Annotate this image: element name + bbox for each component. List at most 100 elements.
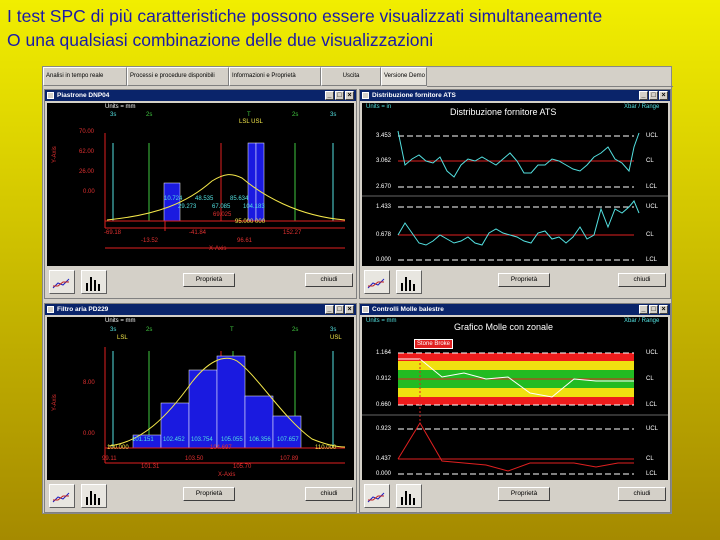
- center-value-label: 69.025: [213, 212, 232, 218]
- xbar-range-svg: [362, 130, 668, 261]
- sigma-label: 2s: [292, 327, 299, 333]
- chart-title: Grafico Molle con zonale: [454, 322, 554, 332]
- close-window-button[interactable]: chiudi: [305, 487, 353, 501]
- minimize-button[interactable]: _: [325, 305, 334, 314]
- bin-label: 102.452: [163, 437, 185, 443]
- window-title: Controlli Molle balestre: [372, 306, 444, 313]
- chart-mode-label: Xbar / Range: [624, 318, 660, 324]
- bin-label: 85.634: [230, 196, 249, 202]
- histogram-icon[interactable]: [396, 270, 422, 294]
- slide-heading-line-1: I test SPC di più caratteristiche posson…: [7, 6, 603, 26]
- bin-label: 48.535: [195, 196, 214, 202]
- tab-demo-version[interactable]: Versione Demo: [381, 67, 427, 86]
- maximize-button[interactable]: □: [335, 91, 344, 100]
- histogram-icon[interactable]: [81, 270, 107, 294]
- histogram-icon[interactable]: [81, 484, 107, 508]
- units-label: Units = mm: [105, 104, 136, 110]
- minimize-button[interactable]: _: [639, 305, 648, 314]
- center-value-label: 104.697: [210, 445, 232, 451]
- maximize-button[interactable]: □: [649, 305, 658, 314]
- properties-button[interactable]: Proprietà: [498, 487, 550, 501]
- spc-application: Analisi in tempo reale Processi e proced…: [42, 66, 673, 514]
- maximize-button[interactable]: □: [649, 91, 658, 100]
- y-tick: 26.00: [79, 169, 95, 175]
- histogram-bar: [163, 182, 181, 222]
- lsl-label: LSL: [117, 335, 128, 341]
- y-axis-title: Y-Axis: [52, 146, 58, 163]
- trend-chart-icon[interactable]: [49, 484, 75, 508]
- window-titlebar: Distribuzione fornitore ATS _ □ ×: [360, 90, 670, 101]
- target-label: T: [247, 112, 251, 118]
- system-menu-icon[interactable]: [362, 92, 369, 99]
- close-window-button[interactable]: chiudi: [618, 273, 666, 287]
- system-menu-icon[interactable]: [47, 92, 54, 99]
- window-toolbar: Proprietà chiudi: [362, 268, 668, 296]
- spec-value-label: 95.000 000: [235, 219, 266, 225]
- sigma-label: 2s: [146, 327, 153, 333]
- x-tick: -13.52: [141, 238, 159, 244]
- close-window-button[interactable]: chiudi: [618, 487, 666, 501]
- cl-label: CL: [646, 376, 654, 382]
- ucl-value: 0.923: [376, 426, 392, 432]
- properties-button[interactable]: Proprietà: [183, 273, 235, 287]
- window-piastrone: Piastrone DNP04 _ □ × Units = mm 3s 2s T…: [44, 89, 357, 299]
- window-distribuzione-ats: Distribuzione fornitore ATS _ □ × Units = …: [359, 89, 671, 299]
- lcl-label: LCL: [646, 257, 658, 263]
- spec-limits-label: LSL USL: [239, 119, 263, 125]
- zone-chart-svg: [362, 352, 668, 475]
- lcl-label: LCL: [646, 184, 658, 190]
- histogram-bar: [272, 415, 302, 449]
- bin-label: 105.055: [221, 437, 243, 443]
- maximize-button[interactable]: □: [335, 305, 344, 314]
- window-molle-balestre: Controlli Molle balestre _ □ × Units = mm …: [359, 303, 671, 513]
- properties-button[interactable]: Proprietà: [498, 273, 550, 287]
- cl-label: CL: [646, 158, 654, 164]
- lsl-value: 100.000: [107, 445, 129, 451]
- tab-info[interactable]: Informazioni e Proprietà: [229, 67, 321, 86]
- tab-real-time-analysis[interactable]: Analisi in tempo reale: [43, 67, 127, 86]
- histogram-plot: Units = mm 3s 2s T 2s 3s LSL USL Y-Axis …: [47, 103, 354, 266]
- properties-button[interactable]: Proprietà: [183, 487, 235, 501]
- window-toolbar: Proprietà chiudi: [47, 482, 354, 510]
- ucl-label: UCL: [646, 204, 659, 210]
- trend-chart-icon[interactable]: [364, 270, 390, 294]
- system-menu-icon[interactable]: [47, 306, 54, 313]
- minimize-button[interactable]: _: [325, 91, 334, 100]
- trend-chart-icon[interactable]: [49, 270, 75, 294]
- window-title: Filtro aria PD229: [57, 306, 109, 313]
- system-menu-icon[interactable]: [362, 306, 369, 313]
- x-tick: 103.50: [185, 456, 204, 462]
- bin-label: 104.183: [243, 204, 265, 210]
- bin-label: 106.356: [249, 437, 271, 443]
- close-button[interactable]: ×: [345, 91, 354, 100]
- close-button[interactable]: ×: [659, 305, 668, 314]
- x-axis-title: X-Axis: [209, 246, 227, 252]
- y-tick: 0.00: [83, 431, 95, 437]
- sigma-label: 3s: [330, 112, 337, 118]
- y-tick: 0.00: [83, 189, 95, 195]
- close-button[interactable]: ×: [659, 91, 668, 100]
- cl-value: 0.912: [376, 376, 392, 382]
- x-tick: 105.70: [233, 464, 252, 470]
- bin-label: 67.085: [212, 204, 231, 210]
- ucl-value: 1.164: [376, 350, 392, 356]
- lcl-value: 0.000: [376, 471, 392, 477]
- histogram-bar: [216, 355, 246, 449]
- tab-exit[interactable]: Uscita: [321, 67, 381, 86]
- window-titlebar: Controlli Molle balestre _ □ ×: [360, 304, 670, 315]
- minimize-button[interactable]: _: [639, 91, 648, 100]
- close-window-button[interactable]: chiudi: [305, 273, 353, 287]
- histogram-plot: Units = mm 3s 2s T 2s 3s LSL USL Y-Axis …: [47, 317, 354, 480]
- chart-title: Distribuzione fornitore ATS: [450, 107, 557, 117]
- close-button[interactable]: ×: [345, 305, 354, 314]
- units-label: Units = mm: [366, 318, 397, 324]
- cl-value: 0.437: [376, 456, 392, 462]
- alarm-tag[interactable]: Stone Broke: [414, 339, 454, 349]
- trend-chart-icon[interactable]: [364, 484, 390, 508]
- bin-label: 101.151: [132, 437, 154, 443]
- histogram-icon[interactable]: [396, 484, 422, 508]
- window-toolbar: Proprietà chiudi: [47, 268, 354, 296]
- usl-value: 110.000: [315, 445, 337, 451]
- tab-processes[interactable]: Processi e procedure disponibili: [127, 67, 229, 86]
- lcl-value: 2.670: [376, 184, 392, 190]
